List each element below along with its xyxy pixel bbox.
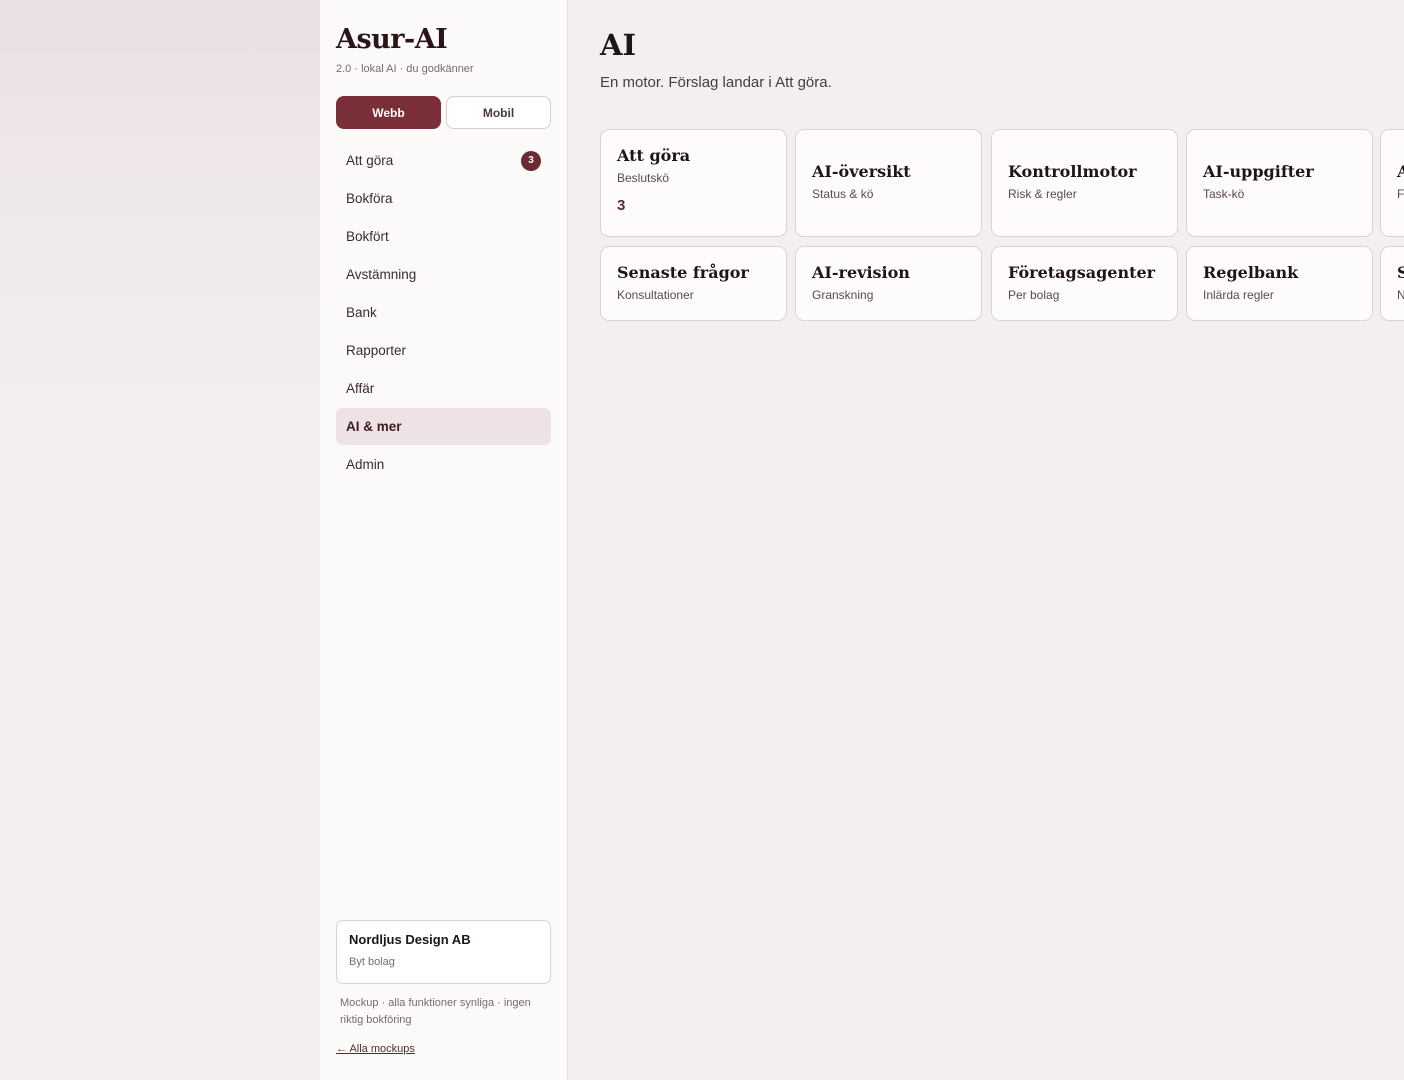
mobile-view-button[interactable]: Mobil: [446, 96, 551, 129]
all-mockups-link[interactable]: ← Alla mockups: [336, 1043, 415, 1055]
card-title: Kontrollmotor: [1008, 162, 1137, 181]
card-subtitle: Konsultationer: [617, 288, 694, 302]
sidebar-item-label: Bank: [346, 305, 377, 320]
background-backdrop: [0, 0, 320, 1080]
app-brand: Asur-AI: [336, 24, 448, 55]
card-title: Regelbank: [1203, 263, 1299, 282]
sidebar-item-rapporter[interactable]: Rapporter: [336, 332, 551, 369]
sidebar-item-label: Rapporter: [346, 343, 407, 358]
sidebar-item-label: Avstämning: [346, 267, 417, 282]
card-title: AI-uppgifter: [1203, 162, 1314, 181]
sidebar-item-bokfora[interactable]: Bokföra: [336, 180, 551, 217]
sidebar-nav: Att göra 3 Bokföra Bokfört Avstämning Ba…: [336, 142, 551, 484]
company-switcher[interactable]: Nordljus Design AB Byt bolag: [336, 920, 551, 984]
main-content: AI En motor. Förslag landar i Att göra. …: [568, 0, 1404, 1080]
view-toggle: Webb Mobil: [336, 96, 551, 129]
card-ai-revision[interactable]: AI-revision Granskning: [795, 246, 982, 321]
page-subtitle: En motor. Förslag landar i Att göra.: [600, 74, 832, 91]
count-badge: 3: [521, 150, 541, 171]
sidebar-item-avstamning[interactable]: Avstämning: [336, 256, 551, 293]
sidebar-item-label: Affär: [346, 381, 375, 396]
card-kontrollmotor[interactable]: Kontrollmotor Risk & regler: [991, 129, 1178, 237]
card-subtitle: Risk & regler: [1008, 187, 1077, 201]
card-subtitle: Granskning: [812, 288, 874, 302]
card-count: 3: [617, 197, 626, 214]
switch-company-label: Byt bolag: [349, 956, 395, 968]
card-subtitle: Status & kö: [812, 187, 874, 201]
sidebar-item-label: Bokföra: [346, 191, 393, 206]
card-ai-uppgifter[interactable]: AI-uppgifter Task-kö: [1186, 129, 1373, 237]
web-view-button[interactable]: Webb: [336, 96, 441, 129]
mockup-note: Mockup · alla funktioner synliga · ingen…: [340, 997, 531, 1026]
card-att-gora[interactable]: Att göra Beslutskö 3: [600, 129, 787, 237]
sidebar-item-label: AI & mer: [346, 419, 402, 434]
sidebar-item-bokfort[interactable]: Bokfört: [336, 218, 551, 255]
card-title: AI-revision: [812, 263, 910, 282]
sidebar-item-affar[interactable]: Affär: [336, 370, 551, 407]
card-ai-oversikt[interactable]: AI-översikt Status & kö: [795, 129, 982, 237]
app-version: 2.0 · lokal AI · du godkänner: [336, 63, 474, 75]
page-title: AI: [600, 28, 637, 62]
company-name: Nordljus Design AB: [349, 932, 471, 947]
card-title: Att göra: [617, 146, 691, 165]
card-partial-bottom[interactable]: S N: [1380, 246, 1404, 321]
sidebar-item-admin[interactable]: Admin: [336, 446, 551, 483]
sidebar-item-label: Bokfört: [346, 229, 389, 244]
sidebar-item-label: Admin: [346, 457, 385, 472]
card-title: Företagsagenter: [1008, 263, 1156, 282]
sidebar-item-label: Att göra: [346, 153, 394, 168]
card-senaste-fragor[interactable]: Senaste frågor Konsultationer: [600, 246, 787, 321]
card-subtitle: Beslutskö: [617, 171, 670, 185]
card-regelbank[interactable]: Regelbank Inlärda regler: [1186, 246, 1373, 321]
card-subtitle: Inlärda regler: [1203, 288, 1274, 302]
card-title: Senaste frågor: [617, 263, 749, 282]
card-subtitle: Task-kö: [1203, 187, 1245, 201]
card-subtitle: Per bolag: [1008, 288, 1060, 302]
sidebar-item-ai-mer[interactable]: AI & mer: [336, 408, 551, 445]
sidebar: Asur-AI 2.0 · lokal AI · du godkänner We…: [320, 0, 568, 1080]
card-partial-top[interactable]: A F: [1380, 129, 1404, 237]
sidebar-item-bank[interactable]: Bank: [336, 294, 551, 331]
card-title: AI-översikt: [812, 162, 911, 181]
sidebar-item-att-gora[interactable]: Att göra 3: [336, 142, 551, 179]
card-foretagsagenter[interactable]: Företagsagenter Per bolag: [991, 246, 1178, 321]
